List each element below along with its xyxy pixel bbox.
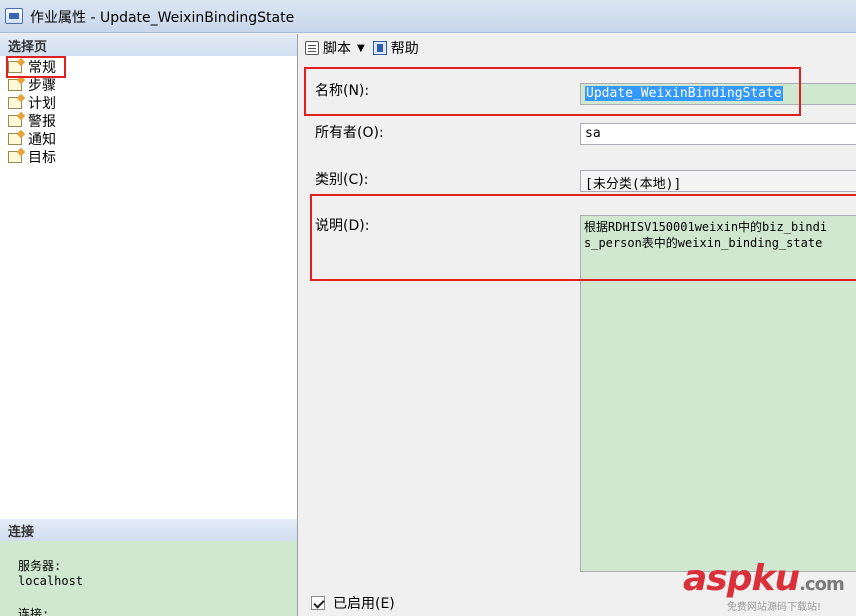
app-icon <box>5 8 23 24</box>
page-item-steps[interactable]: 步骤 <box>8 76 56 94</box>
select-page-header: 选择页 <box>0 34 297 56</box>
category-select[interactable]: [未分类(本地)] <box>580 170 856 192</box>
page-icon <box>8 79 22 91</box>
page-item-label: 计划 <box>28 96 56 112</box>
watermark-subtitle: 免费网站源码下载站! <box>727 602 822 613</box>
toolbar: 脚本 ▼ 帮助 <box>299 34 856 62</box>
page-icon <box>8 151 22 163</box>
highlight-box-general <box>6 56 66 78</box>
window-title: 作业属性 - Update_WeixinBindingState <box>30 10 295 26</box>
highlight-box-name <box>304 67 801 116</box>
watermark-com: .com <box>799 574 845 595</box>
page-item-label: 目标 <box>28 150 56 166</box>
category-label: 类别(C): <box>315 172 369 188</box>
page-item-targets[interactable]: 目标 <box>8 148 56 166</box>
right-pane: 脚本 ▼ 帮助 名称(N): Update_WeixinBindingState… <box>299 34 856 616</box>
watermark-ku: ku <box>751 558 801 599</box>
highlight-box-description <box>310 194 856 281</box>
title-bar: 作业属性 - Update_WeixinBindingState <box>0 0 856 33</box>
script-label: 脚本 <box>323 41 351 57</box>
page-icon <box>8 97 22 109</box>
help-button[interactable]: 帮助 <box>372 38 419 58</box>
watermark-logo: aspku.com 免费网站源码下载站! <box>683 558 856 616</box>
owner-label: 所有者(O): <box>315 125 384 141</box>
connect-panel: 服务器: localhost 连接: <box>0 541 297 616</box>
left-pane: 选择页 常规 步骤 计划 警报 通知 目标 连接 服务器: localhost <box>0 34 298 616</box>
page-item-schedules[interactable]: 计划 <box>8 94 56 112</box>
page-icon <box>8 115 22 127</box>
page-icon <box>8 133 22 145</box>
script-button[interactable]: 脚本 ▼ <box>305 38 365 58</box>
watermark-asp: asp <box>683 558 752 599</box>
enabled-row: 已启用(E) <box>311 593 395 613</box>
page-item-notifications[interactable]: 通知 <box>8 130 56 148</box>
page-item-label: 警报 <box>28 114 56 130</box>
page-item-label: 步骤 <box>28 78 56 94</box>
connection-label: 连接: <box>18 607 50 616</box>
help-label: 帮助 <box>390 41 419 57</box>
help-icon <box>372 41 387 55</box>
server-value: localhost <box>18 574 84 588</box>
script-icon <box>305 41 319 55</box>
page-item-label: 通知 <box>28 132 56 148</box>
enabled-checkbox[interactable] <box>311 596 325 610</box>
owner-field[interactable]: sa <box>580 123 856 145</box>
enabled-label: 已启用(E) <box>333 596 395 612</box>
connect-header: 连接 <box>0 519 297 541</box>
chevron-down-icon[interactable]: ▼ <box>357 43 365 54</box>
server-label: 服务器: <box>18 559 62 573</box>
page-item-alerts[interactable]: 警报 <box>8 112 56 130</box>
